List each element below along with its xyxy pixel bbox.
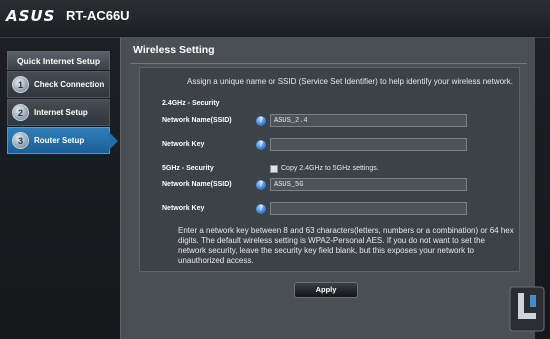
band-5-heading: 5GHz - Security: [162, 165, 214, 172]
band-24-heading: 2.4GHz - Security: [162, 100, 220, 107]
wireless-setting-panel: Wireless Setting Assign a unique name or…: [120, 37, 535, 339]
ssid-24-label: Network Name(SSID): [162, 117, 232, 124]
help-icon[interactable]: ?: [256, 180, 266, 190]
sidebar-title: Quick Internet Setup: [7, 51, 110, 70]
quick-setup-sidebar: Quick Internet Setup 1 Check Connection …: [7, 51, 118, 154]
help-icon[interactable]: ?: [256, 116, 266, 126]
step-label: Internet Setup: [34, 108, 88, 117]
help-icon[interactable]: ?: [256, 140, 266, 150]
step-label: Check Connection: [34, 80, 105, 89]
router-setup-page: ASUS RT-AC66U Quick Internet Setup 1 Che…: [0, 0, 550, 339]
help-icon[interactable]: ?: [256, 204, 266, 214]
step-number-2-icon: 2: [12, 104, 29, 121]
step-check-connection[interactable]: 1 Check Connection: [7, 71, 110, 98]
step-number-1-icon: 1: [12, 76, 29, 93]
step-label: Router Setup: [34, 136, 85, 145]
title-divider: [130, 63, 527, 64]
top-header: ASUS RT-AC66U: [0, 0, 550, 38]
ssid-24-input[interactable]: ASUS_2.4: [270, 114, 467, 127]
page-title: Wireless Setting: [133, 44, 215, 56]
asus-logo: ASUS: [6, 7, 56, 25]
watermark-logo-icon: [509, 286, 545, 332]
key-5-label: Network Key: [162, 205, 205, 212]
model-name: RT-AC66U: [66, 8, 130, 23]
intro-text: Assign a unique name or SSID (Service Se…: [187, 77, 513, 86]
step-internet-setup[interactable]: 2 Internet Setup: [7, 99, 110, 126]
key-5-input[interactable]: [270, 202, 467, 215]
copy-settings-label: Copy 2.4GHz to 5GHz settings.: [281, 165, 379, 172]
key-24-label: Network Key: [162, 141, 205, 148]
step-number-3-icon: 3: [12, 132, 29, 149]
ssid-5-label: Network Name(SSID): [162, 181, 232, 188]
wireless-form: Assign a unique name or SSID (Service Se…: [139, 67, 520, 272]
security-note: Enter a network key between 8 and 63 cha…: [178, 226, 514, 265]
copy-settings-checkbox[interactable]: [270, 165, 278, 173]
ssid-5-input[interactable]: ASUS_5G: [270, 178, 467, 191]
step-router-setup[interactable]: 3 Router Setup: [7, 127, 118, 154]
key-24-input[interactable]: [270, 138, 467, 151]
apply-button[interactable]: Apply: [294, 282, 358, 298]
